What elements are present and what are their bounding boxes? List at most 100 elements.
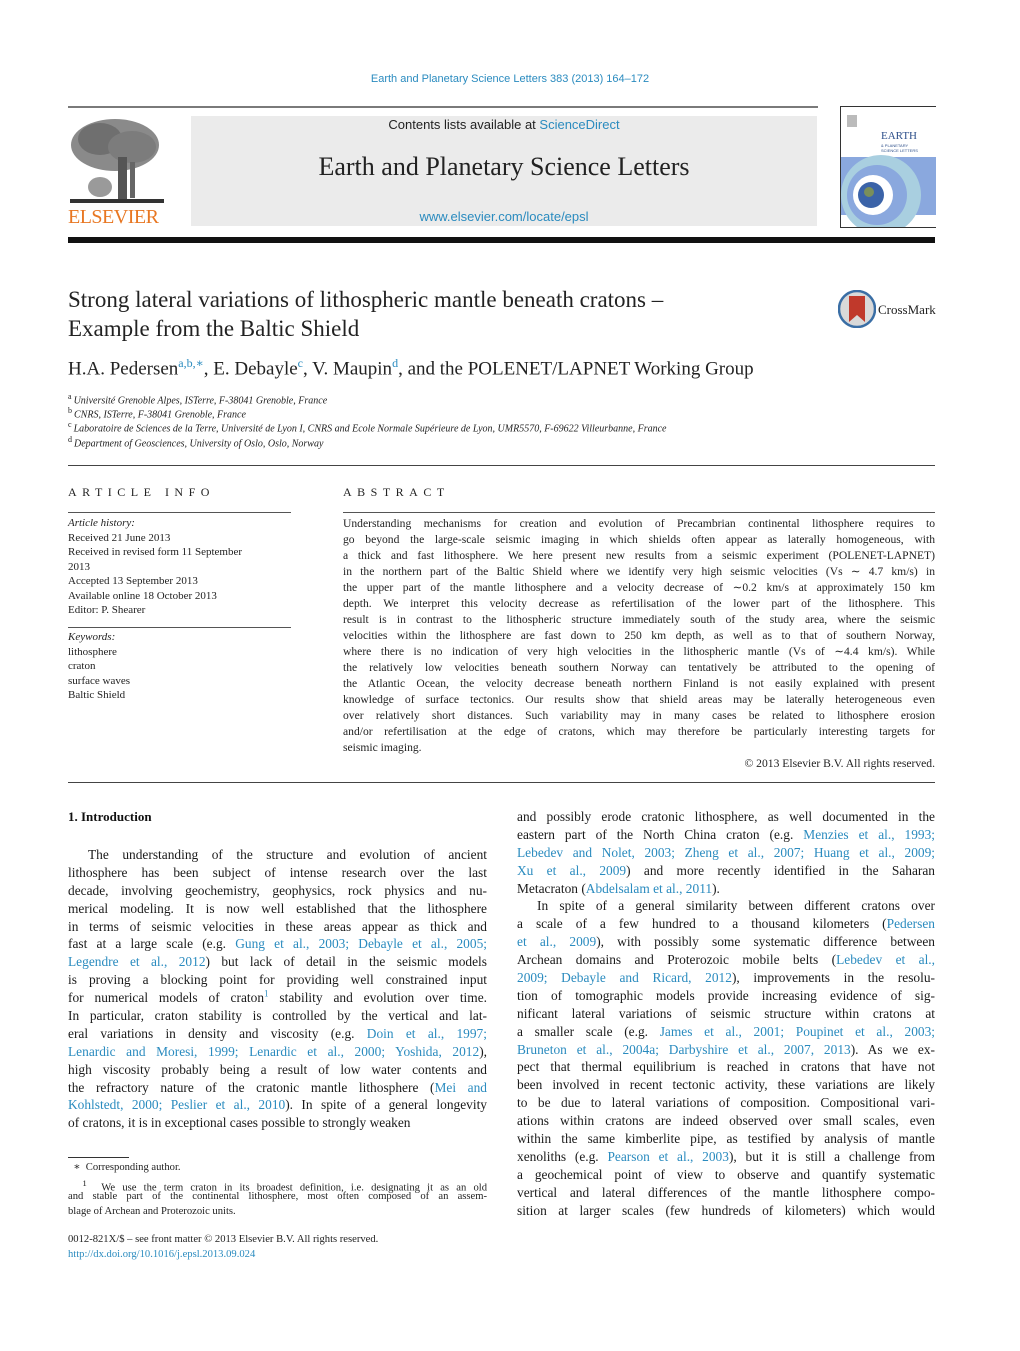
- citation-link[interactable]: Gung et al., 2003; Debayle et al., 2005;: [235, 936, 487, 951]
- body-text: xenoliths (e.g.: [517, 1148, 608, 1164]
- article-title-line-1: Strong lateral variations of lithospheri…: [68, 287, 664, 312]
- crossmark-icon: [838, 290, 876, 328]
- contents-availability: Contents lists available at ScienceDirec…: [191, 117, 817, 132]
- body-text: ).: [712, 880, 720, 896]
- keyword: surface waves: [68, 674, 130, 687]
- abstract-rule: [343, 512, 935, 513]
- citation-link[interactable]: Legendre et al., 2012: [68, 954, 206, 969]
- body-line: decade, involving geochemistry, geophysi…: [68, 882, 487, 900]
- citation-link[interactable]: Lenardic and Moresi, 1999; Lenardic et a…: [68, 1044, 479, 1059]
- body-text: ) and more recently identified in the Sa…: [626, 862, 935, 878]
- sciencedirect-link[interactable]: ScienceDirect: [539, 117, 619, 132]
- elsevier-tree-icon: [70, 117, 164, 205]
- body-text: lithosphere has been subject of intense …: [68, 864, 487, 880]
- author-name[interactable]: V. Maupin: [312, 358, 392, 379]
- elsevier-wordmark: ELSEVIER: [68, 206, 159, 228]
- abstract-line: velocities within the lithosphere are fa…: [343, 629, 935, 642]
- citation-link[interactable]: Kohlstedt, 2000; Peslier et al., 2010: [68, 1097, 285, 1112]
- body-text: Archean domains and Proterozoic mobile b…: [517, 952, 837, 968]
- keyword: Baltic Shield: [68, 689, 126, 701]
- author-separator: ,: [203, 358, 214, 380]
- body-text: to be due to lateral variations of compo…: [517, 1095, 935, 1111]
- abstract-line: result is in contrast to the lithospheri…: [343, 613, 935, 626]
- journal-reference[interactable]: Earth and Planetary Science Letters 383 …: [0, 73, 1020, 85]
- doi-link[interactable]: http://dx.doi.org/10.1016/j.epsl.2013.09…: [68, 1247, 378, 1262]
- body-line: 2009; Debayle and Ricard, 2012), improve…: [517, 969, 935, 987]
- history-item: Accepted 13 September 2013: [68, 575, 198, 587]
- body-text: a geochemical point of view to observe a…: [517, 1166, 935, 1182]
- body-text: tion of tomographic models provide incre…: [517, 987, 935, 1003]
- abstract-line: in the northern part of the Baltic Shiel…: [343, 565, 935, 578]
- affiliation: a Université Grenoble Alpes, ISTerre, F-3…: [68, 392, 327, 406]
- abstract-line: the upper part of the mantle lithosphere…: [343, 581, 935, 594]
- citation-link[interactable]: Doin et al., 1997;: [367, 1026, 487, 1041]
- body-text: nificant lateral variations of seismic s…: [517, 1005, 935, 1021]
- body-line: tion of tomographic models provide incre…: [517, 987, 935, 1005]
- body-text: pect that thermal equilibrium is reached…: [517, 1059, 935, 1075]
- body-text: The understanding of the structure and e…: [88, 847, 487, 862]
- body-line: Lenardic and Moresi, 1999; Lenardic et a…: [68, 1043, 487, 1061]
- citation-link[interactable]: 2009; Debayle and Ricard, 2012: [517, 970, 732, 985]
- keywords-label: Keywords:: [68, 631, 116, 643]
- abstract-line: depth. We interpret this velocity decrea…: [343, 597, 935, 610]
- affiliation-text: Université Grenoble Alpes, ISTerre, F-38…: [73, 395, 328, 407]
- issn-copyright: 0012-821X/$ – see front matter © 2013 El…: [68, 1234, 379, 1245]
- citation-link[interactable]: Mei and: [434, 1080, 487, 1095]
- body-line: of cratons, it is in exceptional cases p…: [68, 1114, 487, 1132]
- body-text: ). In spite of a general longevity: [285, 1097, 487, 1113]
- footnote-mark: ∗: [73, 1162, 81, 1173]
- abstract-line: a thick and fast lithosphere. We here pr…: [343, 549, 935, 562]
- keyword: lithosphere: [68, 645, 117, 658]
- body-line: sition at larger scales (few hundreds of…: [517, 1202, 935, 1220]
- author-name[interactable]: H.A. Pedersen: [68, 358, 178, 379]
- citation-link[interactable]: Menzies et al., 1993;: [803, 827, 935, 842]
- body-text: fast at a large scale (e.g.: [68, 936, 236, 952]
- body-text: ), improvements in the resolu-: [731, 970, 935, 986]
- affiliation-key: c: [68, 420, 72, 429]
- body-text: the refractory nature of the cratonic ma…: [68, 1079, 435, 1095]
- body-text: for numerical models of craton: [68, 990, 265, 1006]
- abstract-line: knowledge of surface tectonics. Our resu…: [343, 693, 935, 706]
- body-line: eastern part of the North China craton (…: [517, 826, 935, 844]
- crossmark-button[interactable]: CrossMark: [838, 290, 938, 330]
- body-line: Xu et al., 2009) and more recently ident…: [517, 862, 935, 880]
- journal-cover-thumbnail[interactable]: EARTH & PLANETARY SCIENCE LETTERS: [840, 106, 936, 228]
- body-text: Metacraton (: [517, 880, 586, 896]
- citation-link[interactable]: et al., 2009: [517, 934, 596, 949]
- citation-link[interactable]: Lebedev et al.,: [836, 952, 935, 967]
- citation-link[interactable]: Bruneton et al., 2004a; Darbyshire et al…: [517, 1042, 851, 1057]
- abstract-line: the relatively low velocities beneath so…: [343, 661, 935, 674]
- citation-link[interactable]: Abdelsalam et al., 2011: [586, 881, 712, 896]
- affiliation-key: d: [68, 435, 72, 444]
- body-line: In spite of a general similarity between…: [517, 897, 935, 915]
- citation-link[interactable]: Pearson et al., 2003: [607, 1149, 729, 1164]
- body-line: pect that thermal equilibrium is reached…: [517, 1058, 935, 1076]
- section-rule: [68, 465, 935, 466]
- citation-link[interactable]: Lebedev and Nolet, 2003; Zheng et al., 2…: [517, 845, 935, 860]
- body-text: ), but it is still a challenge from: [728, 1148, 935, 1164]
- author-name[interactable]: E. Debayle: [213, 358, 297, 379]
- body-text: ),: [479, 1043, 487, 1059]
- elsevier-logo[interactable]: ELSEVIER: [68, 115, 168, 228]
- affiliation-text: CNRS, ISTerre, F-38041 Grenoble, France: [74, 409, 246, 421]
- footnotes: ∗ Corresponding author. 1 We use the ter…: [68, 1161, 487, 1219]
- history-item: Available online 18 October 2013: [68, 589, 217, 602]
- abstract-line: the Atlantic Ocean, the velocity decreas…: [343, 677, 935, 690]
- author-group: , and the POLENET/LAPNET Working Group: [398, 358, 754, 380]
- author-affiliation-marks[interactable]: a,b,∗: [178, 356, 203, 370]
- body-line: a scale of a few hundred to a thousand k…: [517, 915, 935, 933]
- journal-url-link[interactable]: www.elsevier.com/locate/epsl: [191, 209, 817, 224]
- contents-prefix: Contents lists available at: [388, 117, 540, 132]
- body-line: vertical and lateral differences of the …: [517, 1184, 935, 1202]
- body-text: of cratons, it is in exceptional cases p…: [68, 1115, 411, 1131]
- affiliation: d Department of Geosciences, University o…: [68, 435, 323, 449]
- footnote-line: and stable part of the continental litho…: [68, 1191, 487, 1202]
- body-line: to be due to lateral variations of compo…: [517, 1094, 935, 1112]
- citation-link[interactable]: Xu et al., 2009: [517, 863, 626, 878]
- citation-link[interactable]: James et al., 2001; Poupinet et al., 200…: [660, 1024, 935, 1039]
- citation-link[interactable]: Pedersen: [887, 916, 935, 931]
- abstract-bottom-rule: [68, 782, 935, 783]
- body-line: within the same kimberlite pipe, as test…: [517, 1130, 935, 1148]
- body-text: eastern part of the North China craton (…: [517, 826, 804, 842]
- body-text: sition at larger scales (few hundreds of…: [517, 1202, 935, 1218]
